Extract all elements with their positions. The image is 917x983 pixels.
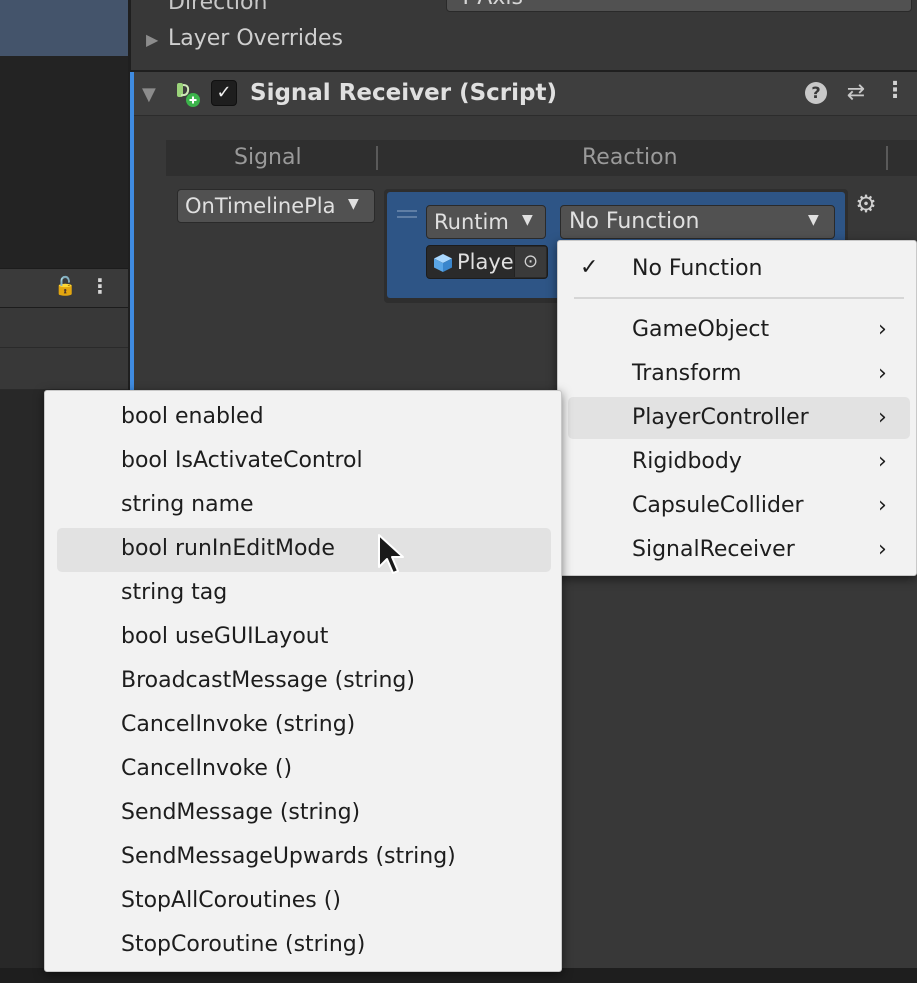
object-picker-icon[interactable]: ⊙ xyxy=(514,247,546,277)
column-divider[interactable] xyxy=(376,146,378,170)
menu-item-member[interactable]: string name xyxy=(121,483,254,527)
preset-icon[interactable]: ⇄ xyxy=(843,80,869,106)
menu-separator xyxy=(574,297,904,299)
component-menu-icon[interactable]: ⋮ xyxy=(884,78,906,108)
hierarchy-area xyxy=(0,56,130,268)
direction-dropdown[interactable]: Y-Axis xyxy=(446,0,912,12)
panel-row[interactable] xyxy=(0,308,130,348)
panel-menu-icon[interactable]: ⋮ xyxy=(90,274,110,300)
mouse-cursor-icon xyxy=(378,534,404,574)
signal-asset-dropdown[interactable]: OnTimelinePla xyxy=(177,189,375,223)
drag-handle-icon[interactable] xyxy=(397,210,417,218)
menu-item-member[interactable]: CancelInvoke (string) xyxy=(121,703,355,747)
lock-icon[interactable]: 🔓 xyxy=(54,276,76,300)
gear-icon[interactable]: ⚙ xyxy=(852,190,880,218)
dropdown-arrow-icon: ▼ xyxy=(808,212,819,228)
component-foldout-icon[interactable]: ▼ xyxy=(142,84,156,105)
chevron-right-icon: › xyxy=(878,449,887,474)
checkmark-icon: ✓ xyxy=(580,255,599,280)
menu-item-transform[interactable]: Transform xyxy=(632,352,741,396)
component-title: Signal Receiver (Script) xyxy=(250,80,557,106)
menu-item-rigidbody[interactable]: Rigidbody xyxy=(632,440,742,484)
menu-item-member[interactable]: CancelInvoke () xyxy=(121,747,292,791)
hierarchy-selected-row[interactable] xyxy=(0,0,130,56)
gameobject-cube-icon xyxy=(434,254,452,272)
dropdown-arrow-icon: ▼ xyxy=(348,196,359,212)
menu-item-gameobject[interactable]: GameObject xyxy=(632,308,769,352)
dropdown-arrow-icon: ▼ xyxy=(522,212,533,228)
panel-row[interactable] xyxy=(0,348,130,390)
menu-item-member[interactable]: SendMessage (string) xyxy=(121,791,360,835)
column-divider[interactable] xyxy=(886,146,888,170)
chevron-right-icon: › xyxy=(878,317,887,342)
menu-item-member[interactable]: string tag xyxy=(121,571,227,615)
menu-item-no-function[interactable]: No Function xyxy=(632,247,763,291)
menu-item-member[interactable]: SendMessageUpwards (string) xyxy=(121,835,456,879)
menu-item-signalreceiver[interactable]: SignalReceiver xyxy=(632,528,795,572)
chevron-right-icon: › xyxy=(878,361,887,386)
component-accent-bar xyxy=(130,72,134,392)
layer-overrides-foldout[interactable]: Layer Overrides xyxy=(168,26,343,51)
menu-item-member[interactable]: BroadcastMessage (string) xyxy=(121,659,415,703)
menu-item-member[interactable]: bool useGUILayout xyxy=(121,615,328,659)
menu-item-member[interactable]: StopAllCoroutines () xyxy=(121,879,341,923)
column-header-reaction: Reaction xyxy=(582,145,678,170)
help-icon[interactable]: ? xyxy=(805,82,827,104)
menu-item-playercontroller[interactable]: PlayerController xyxy=(632,396,809,440)
menu-item-capsulecollider[interactable]: CapsuleCollider xyxy=(632,484,804,528)
menu-item-member[interactable]: bool runInEditMode xyxy=(121,527,335,571)
chevron-right-icon: › xyxy=(878,493,887,518)
foldout-arrow-icon[interactable]: ▶ xyxy=(146,30,158,49)
direction-label: Direction xyxy=(168,0,268,15)
member-submenu: bool enabled bool IsActivateControl stri… xyxy=(44,390,562,972)
function-dropdown[interactable]: No Function xyxy=(560,205,835,239)
chevron-right-icon: › xyxy=(878,405,887,430)
chevron-right-icon: › xyxy=(878,537,887,562)
function-menu: ✓ No Function GameObject › Transform › P… xyxy=(557,240,917,576)
component-enabled-checkbox[interactable]: ✓ xyxy=(211,80,237,106)
menu-item-member[interactable]: bool IsActivateControl xyxy=(121,439,363,483)
column-header-signal: Signal xyxy=(234,145,302,170)
menu-item-member[interactable]: bool enabled xyxy=(121,395,264,439)
script-icon xyxy=(177,83,200,107)
menu-item-member[interactable]: StopCoroutine (string) xyxy=(121,923,365,967)
